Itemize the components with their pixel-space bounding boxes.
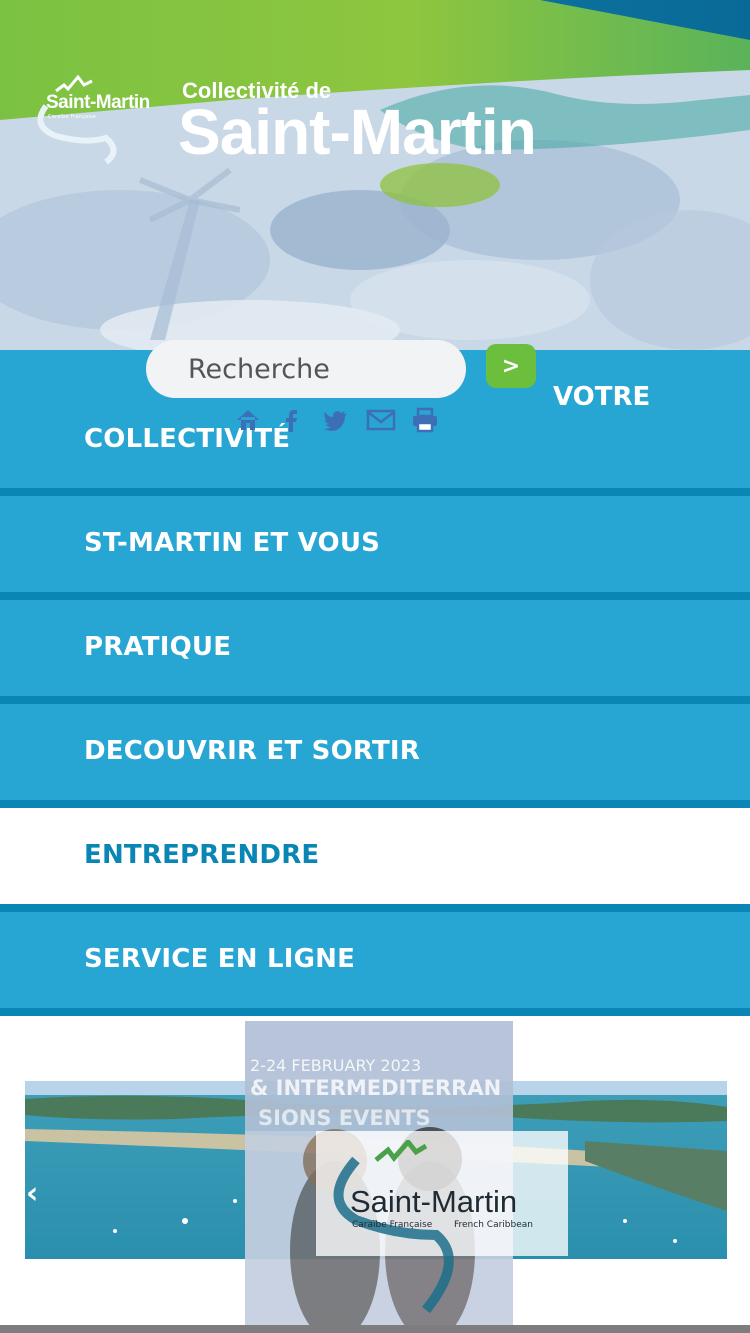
poster-line-title: & INTERMEDITERRAN: [250, 1076, 502, 1100]
site-logo[interactable]: Saint-Martin Caraïbe Française: [26, 66, 176, 170]
chevron-left-icon: ‹: [26, 1176, 39, 1211]
nav-item-label: DECOUVRIR ET SORTIR: [84, 736, 420, 766]
carousel-prev-button[interactable]: ‹: [26, 1176, 38, 1211]
twitter-icon[interactable]: [322, 406, 366, 436]
news-carousel[interactable]: 2-24 FEBRUARY 2023 & INTERMEDITERRAN SIO…: [0, 1016, 750, 1333]
logo-text: Saint-Martin: [46, 92, 150, 113]
nav-item-label: ST-MARTIN ET VOUS: [84, 528, 381, 558]
nav-item-label: SERVICE EN LIGNE: [84, 944, 356, 974]
nav-item-label: PRATIQUE: [84, 632, 232, 662]
nav-item-label: ENTREPRENDRE: [84, 840, 320, 870]
poster-line-date: 2-24 FEBRUARY 2023: [250, 1056, 422, 1075]
facebook-icon[interactable]: [278, 406, 322, 436]
header-background: [0, 0, 750, 350]
search-input[interactable]: [146, 340, 466, 398]
chevron-right-icon: >: [501, 353, 521, 379]
share-toolbar: [234, 406, 454, 436]
logo-subtext: Caraïbe Française: [48, 114, 96, 120]
site-header: Saint-Martin Caraïbe Française Collectiv…: [0, 0, 750, 350]
votre-label: VOTRE: [553, 382, 651, 412]
nav-item-pratique[interactable]: PRATIQUE: [0, 600, 750, 704]
carousel-caption-bar: [0, 1325, 750, 1333]
carousel-logo-sub-fr: Caraïbe Française: [352, 1220, 433, 1230]
mail-icon[interactable]: [366, 406, 410, 436]
print-icon[interactable]: [410, 406, 454, 436]
carousel-logo-sub-en: French Caribbean: [454, 1220, 533, 1230]
poster-line-subtitle: SIONS EVENTS: [258, 1106, 431, 1130]
site-title[interactable]: Saint-Martin: [178, 96, 537, 168]
search-button[interactable]: >: [486, 344, 536, 388]
logo-swoosh-icon: [333, 1140, 454, 1314]
carousel-logo-text: Saint-Martin: [350, 1184, 518, 1219]
home-icon[interactable]: [234, 406, 278, 436]
nav-item-st-martin-et-vous[interactable]: ST-MARTIN ET VOUS: [0, 496, 750, 600]
nav-item-service-en-ligne[interactable]: SERVICE EN LIGNE: [0, 912, 750, 1016]
nav-item-decouvrir-et-sortir[interactable]: DECOUVRIR ET SORTIR: [0, 704, 750, 808]
nav-item-entreprendre[interactable]: ENTREPRENDRE: [0, 808, 750, 912]
search-box: [146, 340, 466, 398]
